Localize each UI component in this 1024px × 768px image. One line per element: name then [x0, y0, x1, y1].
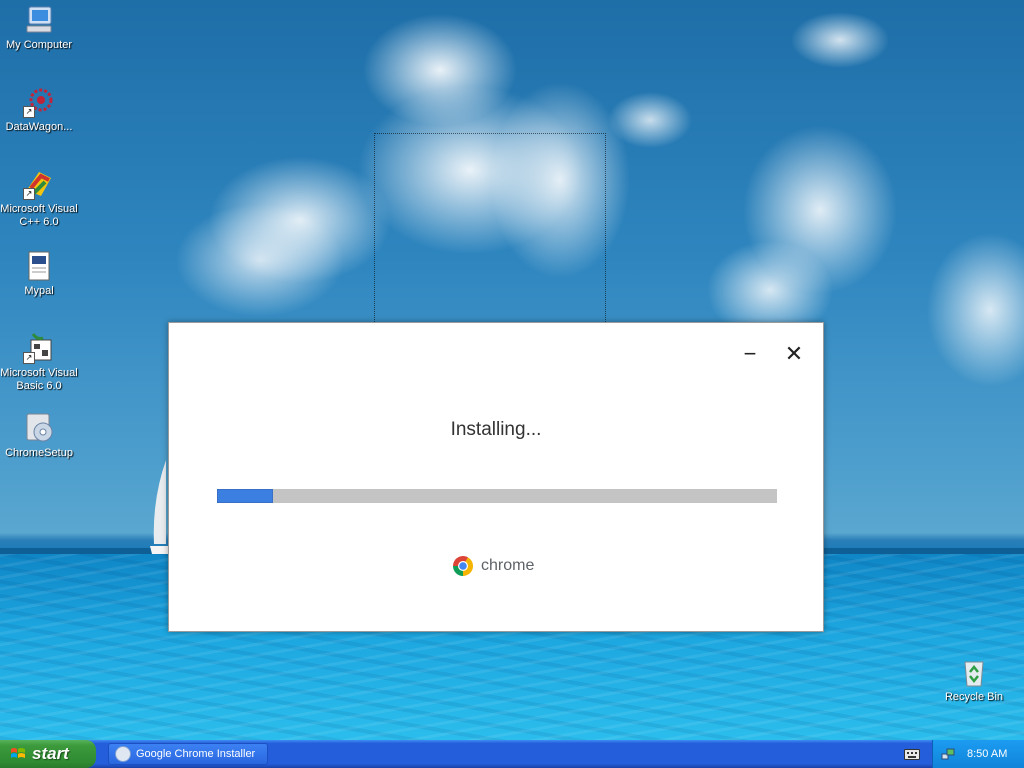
installing-status: Installing...	[450, 419, 542, 440]
taskbar-item-label: Google Chrome Installer	[136, 748, 256, 760]
close-button[interactable]: ✕	[779, 341, 809, 367]
datawagon-icon: ↗	[23, 86, 55, 118]
desktop-icon-recycle-bin[interactable]: Recycle Bin	[935, 656, 1013, 704]
taskbar-item-chrome-installer[interactable]: Google Chrome Installer	[108, 743, 268, 765]
selection-rectangle	[374, 133, 606, 330]
keyboard-icon[interactable]	[904, 747, 920, 761]
chrome-brand: chrome	[451, 553, 534, 579]
network-icon[interactable]	[941, 747, 955, 761]
desktop-icon-datawagon[interactable]: ↗ DataWagon...	[0, 86, 78, 134]
chromesetup-icon	[23, 412, 55, 444]
desktop-icon-my-computer[interactable]: My Computer	[0, 4, 78, 52]
my-computer-icon	[23, 4, 55, 36]
chrome-wordmark: chrome	[481, 557, 535, 574]
shortcut-arrow-icon: ↗	[23, 188, 35, 200]
progress-fill	[217, 489, 273, 503]
desktop-icon-visual-basic[interactable]: ↗ Microsoft Visual Basic 6.0	[0, 332, 78, 393]
recycle-bin-icon	[958, 656, 990, 688]
system-tray: 8:50 AM	[932, 740, 1024, 768]
progress-bar	[217, 489, 777, 503]
chrome-logo-icon	[453, 556, 473, 576]
desktop-icon-chromesetup[interactable]: ChromeSetup	[0, 412, 78, 460]
minimize-button[interactable]: −	[735, 341, 765, 367]
visual-cpp-icon: ↗	[23, 168, 55, 200]
clock[interactable]: 8:50 AM	[967, 748, 1007, 760]
visual-basic-icon: ↗	[23, 332, 55, 364]
shortcut-arrow-icon: ↗	[23, 352, 35, 364]
desktop-icon-visual-cpp[interactable]: ↗ Microsoft Visual C++ 6.0	[0, 168, 78, 229]
start-button[interactable]: start	[0, 740, 96, 768]
taskbar: start Google Chrome Installer 8:50 AM	[0, 740, 1024, 768]
start-label: start	[32, 744, 69, 763]
chrome-installer-dialog: − ✕ Installing... chrome	[168, 322, 824, 632]
shortcut-arrow-icon: ↗	[23, 106, 35, 118]
desktop-icon-mypal[interactable]: Mypal	[0, 250, 78, 298]
mypal-icon	[23, 250, 55, 282]
installer-task-icon	[115, 746, 131, 762]
windows-flag-icon	[11, 748, 25, 758]
